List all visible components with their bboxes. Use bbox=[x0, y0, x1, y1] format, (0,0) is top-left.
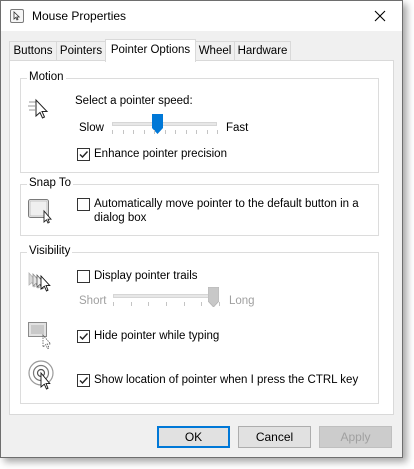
slider-tick bbox=[183, 302, 185, 306]
title-bar: Mouse Properties bbox=[1, 1, 402, 31]
trails-short-label: Short bbox=[79, 295, 107, 307]
snap-to-label-line1[interactable]: Automatically move pointer to the defaul… bbox=[94, 198, 359, 210]
visibility-group: Visibility Display pointer trails Short … bbox=[20, 245, 379, 404]
mouse-properties-icon bbox=[10, 9, 24, 23]
slider-tick bbox=[122, 130, 124, 134]
pointer-trails-slider-thumb[interactable] bbox=[208, 287, 220, 307]
pointer-speed-icon bbox=[28, 98, 49, 119]
visibility-group-label: Visibility bbox=[27, 245, 73, 257]
tab-wheel[interactable]: Wheel bbox=[195, 41, 235, 60]
pointer-trails-icon bbox=[28, 271, 51, 292]
slider-tick bbox=[201, 302, 203, 306]
motion-group-label: Motion bbox=[27, 71, 66, 83]
pointer-trails-checkbox[interactable] bbox=[77, 270, 90, 283]
slider-tick bbox=[219, 302, 220, 306]
snap-to-label-line2[interactable]: dialog box bbox=[94, 212, 146, 224]
slider-tick bbox=[130, 302, 132, 306]
checkmark-icon bbox=[79, 377, 89, 385]
tab-hardware[interactable]: Hardware bbox=[234, 41, 291, 60]
pointer-trails-track[interactable] bbox=[113, 294, 219, 298]
pointer-options-panel: Motion Select a pointer speed: Slow Fast… bbox=[9, 60, 394, 415]
enhance-precision-checkbox[interactable] bbox=[77, 148, 90, 161]
slider-tick bbox=[175, 130, 176, 134]
hide-pointer-typing-icon bbox=[28, 322, 52, 350]
trails-long-label: Long bbox=[229, 295, 255, 307]
slider-tick bbox=[112, 130, 113, 134]
slider-tick bbox=[217, 130, 218, 134]
slider-tick bbox=[143, 130, 145, 134]
apply-button[interactable]: Apply bbox=[319, 426, 392, 448]
slow-label: Slow bbox=[79, 122, 104, 134]
cancel-button[interactable]: Cancel bbox=[238, 426, 311, 448]
checkmark-icon bbox=[79, 333, 89, 341]
show-pointer-location-checkbox[interactable] bbox=[77, 374, 90, 387]
snap-to-checkbox[interactable] bbox=[77, 198, 90, 211]
slider-tick bbox=[185, 130, 187, 134]
motion-group: Motion Select a pointer speed: Slow Fast… bbox=[20, 71, 379, 173]
checkmark-icon bbox=[79, 151, 89, 159]
slider-tick bbox=[196, 130, 197, 134]
fast-label: Fast bbox=[226, 122, 249, 134]
close-icon bbox=[374, 10, 386, 22]
tab-pointer-options[interactable]: Pointer Options bbox=[105, 39, 196, 62]
snap-to-button-icon bbox=[28, 199, 52, 224]
show-pointer-location-label[interactable]: Show location of pointer when I press th… bbox=[94, 374, 358, 386]
slider-tick bbox=[133, 130, 134, 134]
window-title: Mouse Properties bbox=[32, 9, 127, 23]
ok-button[interactable]: OK bbox=[157, 426, 230, 448]
mouse-properties-window: Mouse Properties Buttons Pointers Pointe… bbox=[0, 0, 403, 458]
slider-tick bbox=[206, 130, 208, 134]
tab-strip: Buttons Pointers Pointer Options Wheel H… bbox=[9, 39, 394, 62]
slider-tick bbox=[148, 302, 150, 306]
hide-pointer-typing-label[interactable]: Hide pointer while typing bbox=[94, 330, 219, 342]
snap-to-group-label: Snap To bbox=[27, 177, 73, 189]
slider-tick bbox=[166, 302, 167, 306]
slider-tick bbox=[113, 302, 114, 306]
enhance-precision-label[interactable]: Enhance pointer precision bbox=[94, 148, 227, 160]
close-button[interactable] bbox=[358, 1, 402, 31]
tab-pointers[interactable]: Pointers bbox=[56, 41, 106, 60]
tab-buttons[interactable]: Buttons bbox=[9, 41, 57, 60]
slider-tick bbox=[154, 130, 155, 134]
pointer-trails-label[interactable]: Display pointer trails bbox=[94, 270, 198, 282]
show-pointer-location-icon bbox=[28, 360, 54, 390]
snap-to-group: Snap To Automatically move pointer to th… bbox=[20, 177, 379, 236]
hide-pointer-typing-checkbox[interactable] bbox=[77, 330, 90, 343]
pointer-speed-prompt: Select a pointer speed: bbox=[75, 95, 193, 107]
slider-tick bbox=[164, 130, 166, 134]
pointer-speed-track[interactable] bbox=[112, 122, 217, 126]
